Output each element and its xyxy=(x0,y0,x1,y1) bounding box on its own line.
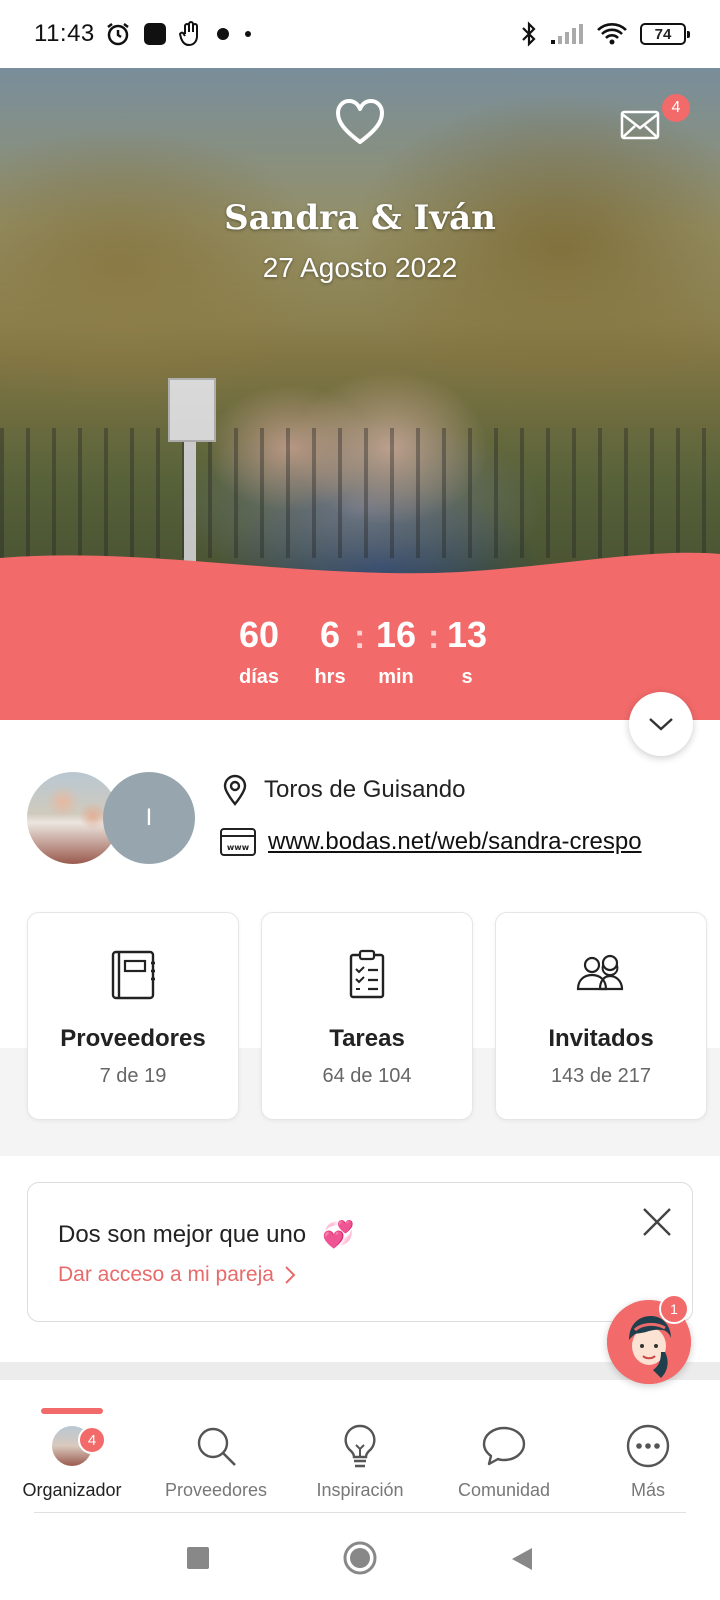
countdown-minutes: 16 xyxy=(375,614,417,655)
nav-badge: 4 xyxy=(78,1426,106,1454)
alarm-icon xyxy=(107,23,129,46)
chat-bubble-icon xyxy=(216,28,229,40)
chevron-right-icon xyxy=(285,1266,296,1284)
status-time: 11:43 xyxy=(34,20,95,47)
promo-card: Dos son mejor que uno 💞 Dar acceso a mi … xyxy=(27,1182,693,1322)
countdown-minutes-label: min xyxy=(378,666,414,688)
collapse-button[interactable] xyxy=(629,692,693,756)
promo-title: Dos son mejor que uno 💞 xyxy=(58,1219,355,1250)
card-proveedores[interactable]: Proveedores 7 de 19 xyxy=(27,912,239,1120)
home-icon[interactable] xyxy=(342,1540,378,1576)
bluetooth-icon xyxy=(522,21,536,47)
signal-icon xyxy=(551,24,583,44)
nav-item-proveedores[interactable]: Proveedores xyxy=(144,1420,288,1501)
web-icon: www xyxy=(220,828,256,856)
countdown-seconds: 13 xyxy=(446,614,488,655)
website-row[interactable]: www www.bodas.net/web/sandra-crespo xyxy=(220,828,688,856)
card-count: 64 de 104 xyxy=(322,1065,412,1087)
notebook-icon xyxy=(111,950,155,1000)
more-icon xyxy=(626,1424,670,1468)
couple-names: Sandra & Iván xyxy=(224,198,496,238)
app-icon xyxy=(143,23,166,45)
nav-item-organizador[interactable]: Organizador xyxy=(0,1420,144,1501)
lightbulb-icon xyxy=(344,1424,376,1468)
countdown-days: 60 xyxy=(238,614,280,655)
website-link[interactable]: www.bodas.net/web/sandra-crespo xyxy=(268,828,688,856)
mail-icon[interactable] xyxy=(620,110,660,140)
close-icon[interactable] xyxy=(640,1205,674,1239)
card-title: Proveedores xyxy=(60,1025,206,1052)
status-icons-right: 74 xyxy=(520,21,690,47)
chat-badge: 1 xyxy=(659,1294,689,1324)
chat-icon xyxy=(482,1426,526,1466)
nav-item-inspiracion[interactable]: Inspiración xyxy=(288,1420,432,1501)
location-row: Toros de Guisando xyxy=(222,774,465,806)
back-icon[interactable] xyxy=(510,1546,534,1572)
guests-icon xyxy=(576,954,624,991)
chevron-down-icon xyxy=(649,718,673,731)
status-bar: 11:43 74 xyxy=(0,0,720,68)
invite-partner-link[interactable]: Dar acceso a mi pareja xyxy=(58,1263,296,1287)
nav-active-indicator xyxy=(41,1408,103,1414)
card-invitados[interactable]: Invitados 143 de 217 xyxy=(495,912,707,1120)
nav-divider xyxy=(34,1512,686,1513)
card-count: 7 de 19 xyxy=(99,1065,167,1087)
system-navigation-bar xyxy=(0,1520,720,1600)
wifi-icon xyxy=(597,23,627,45)
hand-icon xyxy=(178,21,198,47)
card-title: Tareas xyxy=(329,1025,405,1052)
section-divider xyxy=(0,1362,720,1380)
checklist-icon xyxy=(349,949,385,999)
battery-icon: 74 xyxy=(640,23,690,45)
search-icon xyxy=(197,1427,236,1466)
heart-logo-icon xyxy=(336,99,384,144)
nav-label: Proveedores xyxy=(164,1480,268,1500)
wedding-date: 27 Agosto 2022 xyxy=(262,252,458,283)
card-tareas[interactable]: Tareas 64 de 104 xyxy=(261,912,473,1120)
location-text: Toros de Guisando xyxy=(264,776,466,803)
partner-avatar[interactable]: I xyxy=(103,772,195,864)
nav-label: Inspiración xyxy=(316,1480,404,1500)
location-pin-icon xyxy=(223,774,247,806)
nav-item-mas[interactable]: Más xyxy=(576,1420,720,1501)
nav-label: Más xyxy=(630,1480,665,1500)
dot-icon xyxy=(244,31,251,37)
nav-item-comunidad[interactable]: Comunidad xyxy=(432,1420,576,1501)
mail-badge: 4 xyxy=(662,94,690,122)
countdown-seconds-label: s xyxy=(461,666,473,688)
promo-title-text: Dos son mejor que uno xyxy=(58,1220,307,1248)
recent-apps-icon[interactable] xyxy=(186,1546,210,1570)
countdown-days-label: días xyxy=(238,666,280,688)
nav-label: Comunidad xyxy=(457,1480,551,1500)
hearts-emoji: 💞 xyxy=(322,1219,355,1249)
invite-partner-link-text[interactable]: Dar acceso a mi pareja xyxy=(58,1263,274,1287)
card-count: 143 de 217 xyxy=(550,1065,652,1087)
status-icons-left xyxy=(105,21,253,47)
card-title: Invitados xyxy=(548,1025,654,1052)
nav-label: Organizador xyxy=(22,1480,122,1500)
svg-text:www: www xyxy=(227,843,250,852)
